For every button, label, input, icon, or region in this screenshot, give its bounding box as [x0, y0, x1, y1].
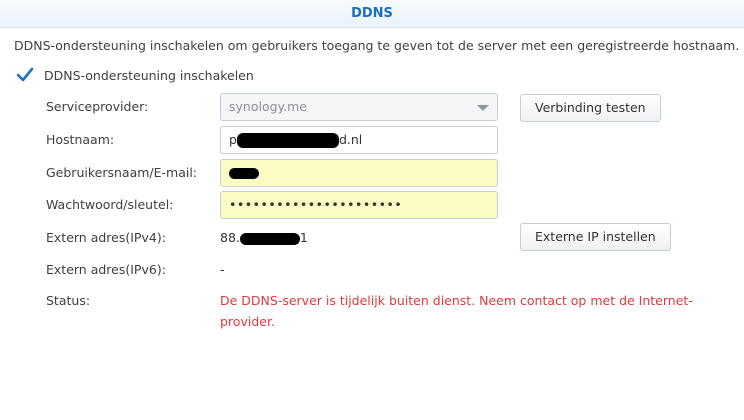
hostname-prefix: p — [229, 132, 237, 147]
chevron-down-icon — [477, 105, 489, 111]
enable-ddns-checkbox[interactable] — [16, 66, 34, 84]
redaction-mark — [229, 168, 259, 179]
status-message: De DDNS-server is tijdelijk buiten diens… — [220, 293, 693, 329]
set-external-ip-button[interactable]: Externe IP instellen — [520, 223, 671, 251]
username-input[interactable] — [220, 159, 498, 187]
ipv4-suffix: 1 — [299, 230, 308, 245]
redaction-mark — [236, 133, 339, 148]
ipv6-value: - — [220, 262, 225, 277]
test-connection-button[interactable]: Verbinding testen — [520, 94, 661, 122]
username-label: Gebruikersnaam/E-mail: — [46, 165, 198, 180]
ipv4-value: 88. 1 — [220, 230, 308, 245]
ddns-description: DDNS-ondersteuning inschakelen om gebrui… — [14, 38, 740, 53]
panel-header: DDNS — [0, 0, 744, 28]
panel-title: DDNS — [351, 6, 393, 21]
password-label: Wachtwoord/sleutel: — [46, 197, 174, 212]
password-input[interactable]: •••••••••••••••••••••• — [220, 191, 498, 219]
hostname-label: Hostnaam: — [46, 132, 115, 147]
enable-ddns-label: DDNS-ondersteuning inschakelen — [44, 67, 254, 83]
password-value: •••••••••••••••••••••• — [229, 197, 403, 212]
ipv4-prefix: 88. — [220, 230, 240, 245]
enable-ddns-row[interactable]: DDNS-ondersteuning inschakelen — [16, 66, 254, 84]
service-provider-value: synology.me — [229, 99, 307, 114]
hostname-suffix: d.nl — [338, 132, 363, 147]
ipv4-label: Extern adres(IPv4): — [46, 230, 166, 245]
status-label: Status: — [46, 293, 91, 308]
redaction-mark — [239, 232, 300, 245]
checkmark-icon — [16, 67, 34, 82]
ipv6-label: Extern adres(IPv6): — [46, 262, 166, 277]
hostname-input[interactable]: p d.nl — [220, 126, 498, 154]
service-provider-select[interactable]: synology.me — [220, 93, 498, 121]
service-provider-label: Serviceprovider: — [46, 99, 149, 114]
